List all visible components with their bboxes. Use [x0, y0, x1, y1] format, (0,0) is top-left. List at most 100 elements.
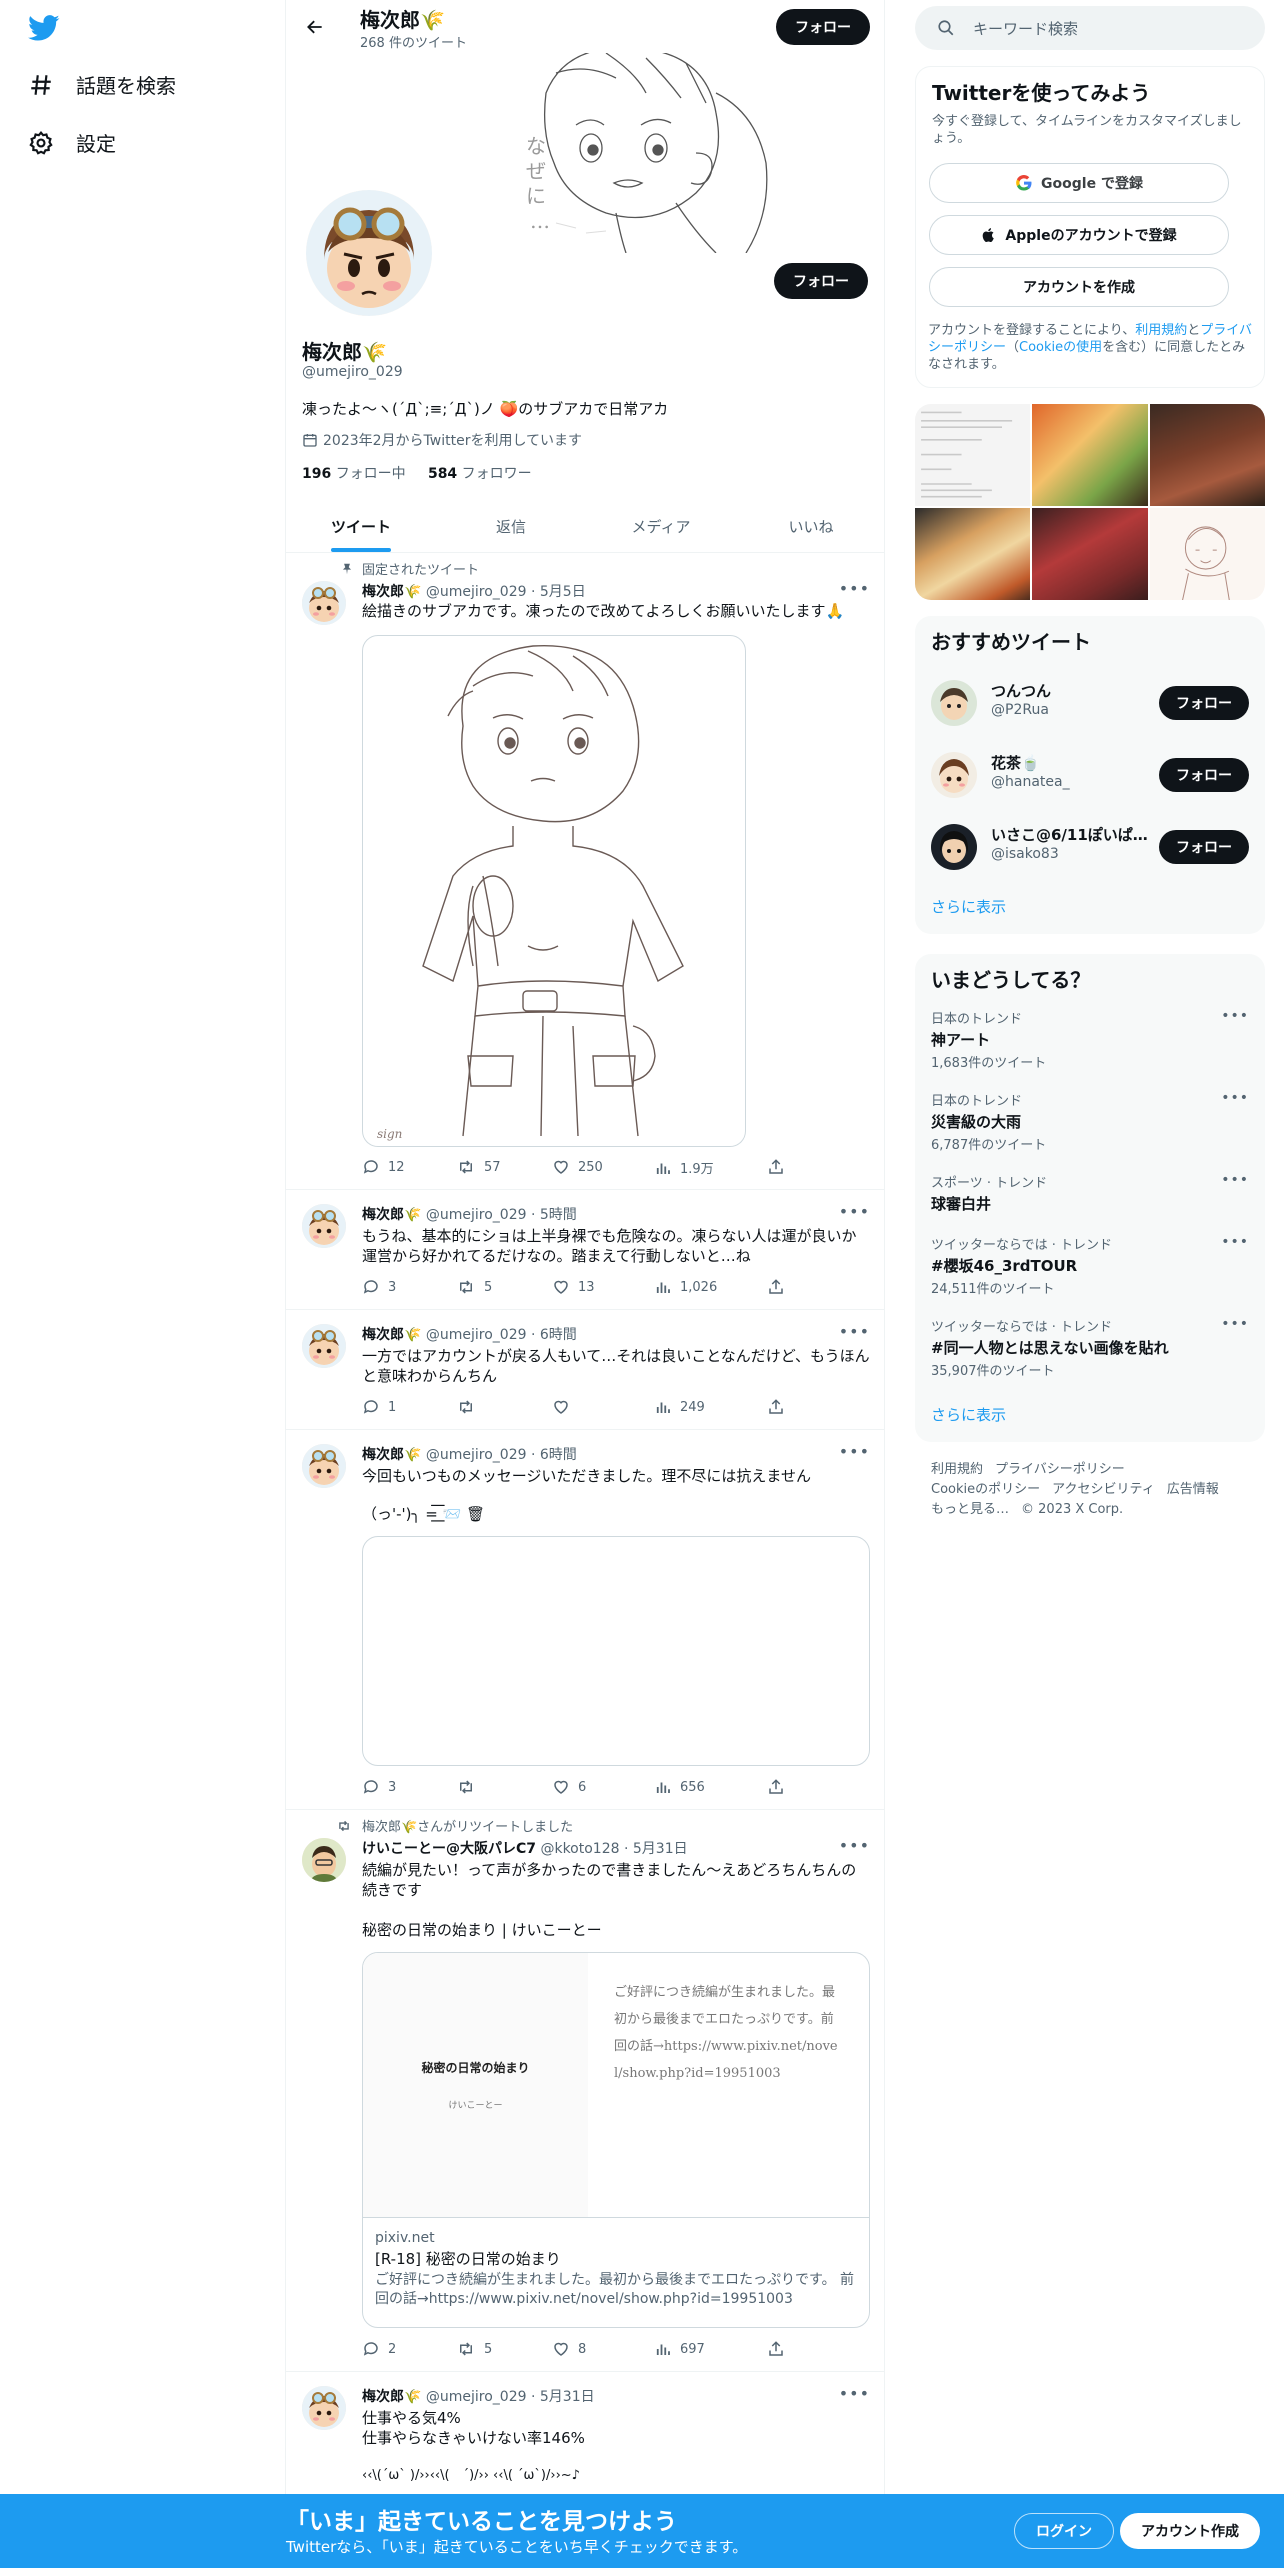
like-button[interactable]: 6: [552, 1778, 586, 1796]
retweet-button[interactable]: [456, 1778, 484, 1796]
tweet-author-handle[interactable]: @umejiro_029: [426, 584, 527, 600]
media-thumb[interactable]: [1032, 508, 1148, 600]
tweet[interactable]: 梅次郎🌾 @umejiro_029 · 6時間 ••• 今回もいつものメッセージ…: [286, 1430, 884, 1810]
more-options-icon[interactable]: •••: [839, 2384, 870, 2403]
trend-item[interactable]: 日本のトレンド 神アート 1,683件のツイート •••: [931, 1008, 1249, 1071]
tweet-time[interactable]: 5月31日: [540, 2389, 595, 2405]
share-button[interactable]: [767, 1778, 793, 1796]
trend-item[interactable]: スポーツ · トレンド 球審白井 •••: [931, 1172, 1249, 1214]
views-button[interactable]: 656: [654, 1778, 705, 1796]
tab-likes[interactable]: いいね: [736, 500, 884, 552]
profile-follow-button[interactable]: フォロー: [774, 263, 868, 299]
header-follow-button[interactable]: フォロー: [776, 9, 870, 45]
views-button[interactable]: 697: [654, 2340, 705, 2358]
search-box[interactable]: キーワード検索: [915, 6, 1265, 50]
like-button[interactable]: 250: [552, 1158, 603, 1176]
views-button[interactable]: 1,026: [654, 1278, 717, 1296]
follow-button[interactable]: フォロー: [1159, 758, 1249, 792]
retweet-button[interactable]: 57: [456, 1158, 501, 1176]
tweet-author-name[interactable]: けいこーとー@大阪パレC7: [362, 1841, 536, 1857]
footer-ads[interactable]: 広告情報: [1167, 1482, 1219, 1497]
tweet-author-name[interactable]: 梅次郎🌾: [362, 1327, 421, 1343]
trend-item[interactable]: 日本のトレンド 災害級の大雨 6,787件のツイート •••: [931, 1090, 1249, 1153]
more-options-icon[interactable]: •••: [839, 1442, 870, 1461]
tweet-image[interactable]: sign: [362, 635, 746, 1147]
tweet-avatar[interactable]: [302, 1324, 346, 1368]
tweet-time[interactable]: 5月5日: [540, 584, 586, 600]
more-options-icon[interactable]: •••: [839, 1322, 870, 1341]
tweet-time[interactable]: 5月31日: [633, 1841, 688, 1857]
trend-more-icon[interactable]: •••: [1221, 1172, 1249, 1188]
reply-button[interactable]: 12: [362, 1158, 405, 1176]
tweet-author-name[interactable]: 梅次郎🌾: [362, 584, 421, 600]
views-button[interactable]: 1.9万: [654, 1158, 714, 1177]
footer-cookie[interactable]: Cookieのポリシー: [931, 1482, 1040, 1497]
tweet-author-name[interactable]: 梅次郎🌾: [362, 1447, 421, 1463]
footer-terms[interactable]: 利用規約: [931, 1462, 983, 1477]
create-account-button[interactable]: アカウントを作成: [929, 267, 1229, 307]
retweet-button[interactable]: 5: [456, 1278, 492, 1296]
profile-avatar[interactable]: [302, 186, 436, 320]
media-thumb[interactable]: [1149, 508, 1265, 600]
tweet-time[interactable]: 5時間: [540, 1207, 577, 1223]
trend-more-icon[interactable]: •••: [1221, 1316, 1249, 1332]
retweet-button[interactable]: [456, 1398, 484, 1416]
trend-more-icon[interactable]: •••: [1221, 1234, 1249, 1250]
tweet-retweeted[interactable]: 梅次郎🌾さんがリツイートしました けいこーとー@大阪パレC7 @kkoto128…: [286, 1810, 884, 2372]
apple-signup-button[interactable]: Appleのアカウントで登録: [929, 215, 1229, 255]
suggested-user[interactable]: つんつん @P2Rua フォロー: [931, 678, 1249, 728]
tweet[interactable]: 梅次郎🌾 @umejiro_029 · 6時間 ••• 一方ではアカウントが戻る…: [286, 1310, 884, 1430]
reply-button[interactable]: 3: [362, 1778, 396, 1796]
like-button[interactable]: [552, 1398, 578, 1416]
tweet-avatar[interactable]: [302, 1204, 346, 1248]
nav-explore[interactable]: 話題を検索: [28, 70, 176, 99]
follow-button[interactable]: フォロー: [1159, 830, 1249, 864]
trend-more-icon[interactable]: •••: [1221, 1008, 1249, 1024]
tweet-author-handle[interactable]: @umejiro_029: [426, 1447, 527, 1463]
follow-button[interactable]: フォロー: [1159, 686, 1249, 720]
more-options-icon[interactable]: •••: [839, 1202, 870, 1221]
nav-settings[interactable]: 設定: [28, 128, 116, 157]
tweet-avatar[interactable]: [302, 581, 346, 625]
tweet-author-handle[interactable]: @umejiro_029: [426, 1327, 527, 1343]
tweet-image-blank[interactable]: [362, 1536, 870, 1766]
link-card[interactable]: 秘密の日常の始まり けいこーとー ご好評につき続編が生まれました。最初から最後ま…: [362, 1952, 870, 2328]
tweet-author-handle[interactable]: @umejiro_029: [426, 1207, 527, 1223]
reply-button[interactable]: 3: [362, 1278, 396, 1296]
tweet-time[interactable]: 6時間: [540, 1327, 577, 1343]
tweet-author-name[interactable]: 梅次郎🌾: [362, 2389, 421, 2405]
signup-button[interactable]: アカウント作成: [1120, 2513, 1260, 2549]
who-to-follow-show-more[interactable]: さらに表示: [931, 896, 1006, 917]
terms-link[interactable]: 利用規約: [1135, 323, 1187, 338]
tab-tweets[interactable]: ツイート: [286, 500, 436, 552]
suggested-user[interactable]: いさこ@6/11ぽいぱ… @isako83 フォロー: [931, 822, 1249, 872]
media-thumb[interactable]: [915, 404, 1031, 507]
trend-more-icon[interactable]: •••: [1221, 1090, 1249, 1106]
tweet[interactable]: 梅次郎🌾 @umejiro_029 · 5時間 ••• もうね、基本的にショは上…: [286, 1190, 884, 1310]
tweet-avatar[interactable]: [302, 2386, 346, 2430]
media-thumb[interactable]: [1149, 404, 1265, 507]
trends-show-more[interactable]: さらに表示: [931, 1404, 1006, 1425]
footer-accessibility[interactable]: アクセシビリティ: [1052, 1482, 1155, 1497]
twitter-bird-icon[interactable]: [26, 12, 62, 44]
suggested-user[interactable]: 花茶🍵 @hanatea_ フォロー: [931, 750, 1249, 800]
reply-button[interactable]: 2: [362, 2340, 396, 2358]
media-thumb[interactable]: [915, 508, 1031, 600]
footer-privacy[interactable]: プライバシーポリシー: [995, 1462, 1125, 1477]
tweet-pinned[interactable]: 固定されたツイート 梅次郎🌾 @umejiro_029 · 5月5日 ••• 絵…: [286, 553, 884, 1190]
tab-replies[interactable]: 返信: [436, 500, 586, 552]
tweet-author-handle[interactable]: @kkoto128: [540, 1841, 619, 1857]
more-options-icon[interactable]: •••: [839, 579, 870, 598]
more-options-icon[interactable]: •••: [839, 1836, 870, 1855]
trend-item[interactable]: ツイッターならでは · トレンド #同一人物とは思えない画像を貼れ 35,907…: [931, 1316, 1249, 1379]
retweet-button[interactable]: 5: [456, 2340, 492, 2358]
share-button[interactable]: [767, 1158, 793, 1176]
media-thumb[interactable]: [1032, 404, 1148, 507]
reply-button[interactable]: 1: [362, 1398, 396, 1416]
trend-item[interactable]: ツイッターならでは · トレンド #櫻坂46_3rdTOUR 24,511件のツ…: [931, 1234, 1249, 1297]
following-link[interactable]: 196 フォロー中: [302, 466, 406, 482]
back-button[interactable]: [300, 12, 330, 42]
footer-more[interactable]: もっと見る…: [931, 1502, 1009, 1517]
followers-link[interactable]: 584 フォロワー: [428, 466, 532, 482]
like-button[interactable]: 8: [552, 2340, 586, 2358]
